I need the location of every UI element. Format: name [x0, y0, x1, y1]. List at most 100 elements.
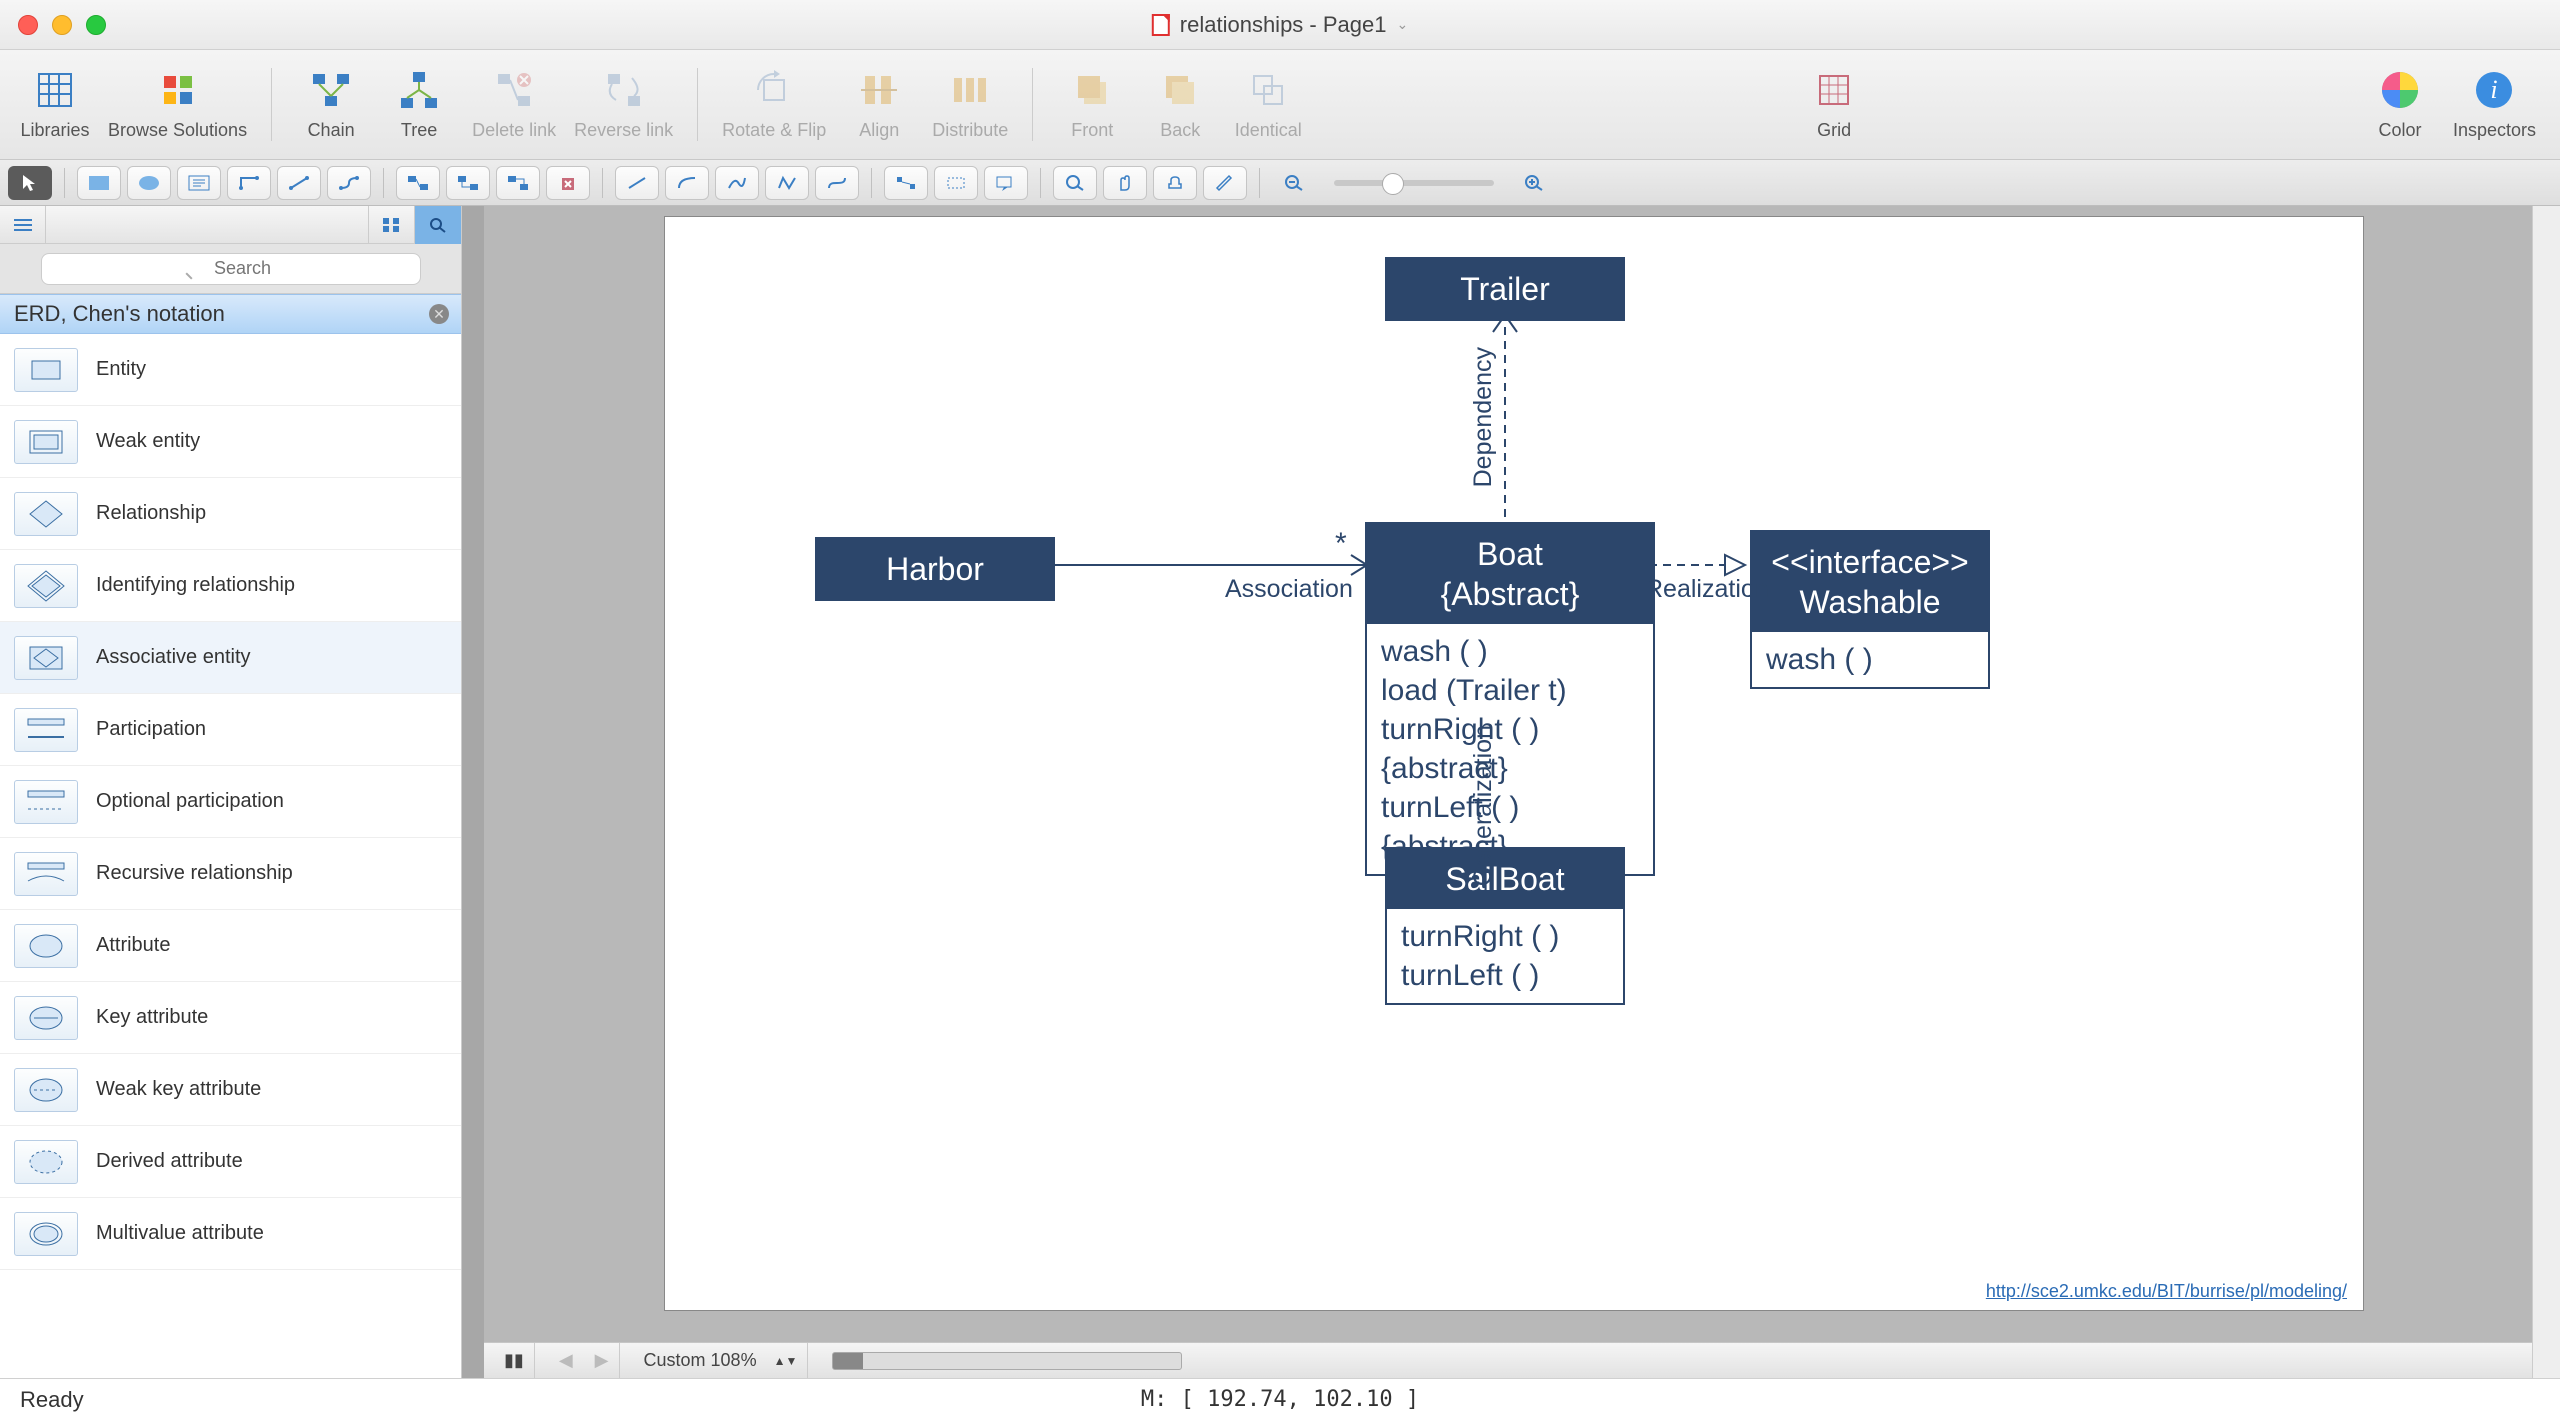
distribute-label: Distribute [932, 120, 1008, 141]
link-tool-3[interactable] [496, 166, 540, 200]
line-tool[interactable] [615, 166, 659, 200]
rotate-flip-button[interactable]: Rotate & Flip [722, 68, 826, 141]
search-input[interactable] [41, 253, 421, 285]
panel-close-button[interactable]: ✕ [429, 304, 449, 324]
polyline-tool[interactable] [765, 166, 809, 200]
uml-boat[interactable]: Boat {Abstract} wash ( )load (Trailer t)… [1365, 522, 1655, 876]
link-tool-2[interactable] [446, 166, 490, 200]
grid-label: Grid [1817, 120, 1851, 141]
zoom-tool[interactable] [1053, 166, 1097, 200]
sidebar-list-view[interactable] [0, 206, 46, 244]
shape-item[interactable]: Recursive relationship [0, 838, 461, 910]
delete-tool[interactable] [546, 166, 590, 200]
rect-tool[interactable] [77, 166, 121, 200]
canvas-area: Trailer Harbor Boat {Abstract} [462, 206, 2560, 1378]
identical-button[interactable]: Identical [1233, 68, 1303, 141]
prev-page-button[interactable]: ◀ [559, 1350, 573, 1371]
canvas[interactable]: Trailer Harbor Boat {Abstract} [484, 206, 2532, 1342]
zoom-slider[interactable] [1334, 180, 1494, 186]
edit-points-tool[interactable] [884, 166, 928, 200]
next-page-button[interactable]: ▶ [595, 1350, 609, 1371]
tree-label: Tree [401, 120, 437, 141]
inspectors-label: Inspectors [2453, 120, 2536, 141]
uml-washable[interactable]: <<interface>> Washable wash ( ) [1750, 530, 1990, 689]
shape-item[interactable]: Attribute [0, 910, 461, 982]
sidebar-search-tab[interactable] [415, 206, 461, 244]
vertical-scrollbar[interactable] [2532, 206, 2560, 1378]
text-tool[interactable] [177, 166, 221, 200]
traffic-lights [18, 15, 106, 35]
hand-tool[interactable] [1103, 166, 1147, 200]
panel-header[interactable]: ERD, Chen's notation ✕ [0, 294, 461, 334]
delete-link-button[interactable]: Delete link [472, 68, 556, 141]
close-window-button[interactable] [18, 15, 38, 35]
shape-label: Key attribute [96, 1006, 208, 1029]
source-link[interactable]: http://sce2.umkc.edu/BIT/burrise/pl/mode… [1986, 1281, 2347, 1302]
back-button[interactable]: Back [1145, 68, 1215, 141]
uml-harbor[interactable]: Harbor [815, 537, 1055, 601]
shape-label: Associative entity [96, 646, 251, 669]
zoom-level[interactable]: Custom 108% [644, 1350, 757, 1371]
shape-item[interactable]: Key attribute [0, 982, 461, 1054]
stamp-tool[interactable] [1153, 166, 1197, 200]
front-label: Front [1071, 120, 1113, 141]
sailboat-title: SailBoat [1445, 859, 1564, 899]
shape-thumb [14, 852, 78, 896]
dependency-label: Dependency [1469, 347, 1498, 487]
shape-item[interactable]: Associative entity [0, 622, 461, 694]
chevron-down-icon[interactable]: ⌄ [1396, 16, 1408, 33]
sailboat-operations: turnRight ( )turnLeft ( ) [1387, 909, 1623, 1003]
svg-text:i: i [2491, 75, 2498, 104]
pause-icon[interactable]: ▮▮ [504, 1350, 524, 1371]
bezier-tool[interactable] [815, 166, 859, 200]
callout-tool[interactable] [984, 166, 1028, 200]
zoom-out-button[interactable] [1272, 166, 1316, 200]
zoom-in-button[interactable] [1512, 166, 1556, 200]
shape-item[interactable]: Identifying relationship [0, 550, 461, 622]
sidebar-grid-view[interactable] [369, 206, 415, 244]
shape-item[interactable]: Multivalue attribute [0, 1198, 461, 1270]
chain-label: Chain [308, 120, 355, 141]
chain-button[interactable]: Chain [296, 68, 366, 141]
connector-curve-tool[interactable] [327, 166, 371, 200]
connector-diag-tool[interactable] [277, 166, 321, 200]
link-tool-1[interactable] [396, 166, 440, 200]
maximize-window-button[interactable] [86, 15, 106, 35]
ellipse-tool[interactable] [127, 166, 171, 200]
shape-item[interactable]: Relationship [0, 478, 461, 550]
tree-button[interactable]: Tree [384, 68, 454, 141]
shape-item[interactable]: Weak entity [0, 406, 461, 478]
uml-trailer[interactable]: Trailer [1385, 257, 1625, 321]
ruler-vertical [462, 206, 484, 1378]
browse-solutions-button[interactable]: Browse Solutions [108, 68, 247, 141]
front-button[interactable]: Front [1057, 68, 1127, 141]
inspectors-button[interactable]: i Inspectors [2453, 68, 2536, 141]
arc-tool[interactable] [665, 166, 709, 200]
align-button[interactable]: Align [844, 68, 914, 141]
pointer-tool[interactable] [8, 166, 52, 200]
spline-tool[interactable] [715, 166, 759, 200]
grid-button[interactable]: Grid [1799, 68, 1869, 141]
eyedropper-tool[interactable] [1203, 166, 1247, 200]
shape-item[interactable]: Entity [0, 334, 461, 406]
shape-label: Entity [96, 358, 146, 381]
distribute-button[interactable]: Distribute [932, 68, 1008, 141]
association-star: * [1335, 527, 1347, 561]
shape-item[interactable]: Derived attribute [0, 1126, 461, 1198]
crop-tool[interactable] [934, 166, 978, 200]
libraries-button[interactable]: Libraries [20, 68, 90, 141]
minimize-window-button[interactable] [52, 15, 72, 35]
shape-thumb [14, 996, 78, 1040]
uml-sailboat[interactable]: SailBoat turnRight ( )turnLeft ( ) [1385, 847, 1625, 1005]
shape-label: Weak key attribute [96, 1078, 261, 1101]
color-button[interactable]: Color [2365, 68, 2435, 141]
horizontal-scrollbar[interactable] [832, 1352, 1182, 1370]
shape-item[interactable]: Optional participation [0, 766, 461, 838]
shape-item[interactable]: Weak key attribute [0, 1054, 461, 1126]
rotate-flip-label: Rotate & Flip [722, 120, 826, 141]
shape-item[interactable]: Participation [0, 694, 461, 766]
reverse-link-button[interactable]: Reverse link [574, 68, 673, 141]
page[interactable]: Trailer Harbor Boat {Abstract} [664, 216, 2364, 1311]
connector-l-tool[interactable] [227, 166, 271, 200]
shape-list: Entity Weak entityRelationshipIdentifying… [0, 334, 461, 1378]
